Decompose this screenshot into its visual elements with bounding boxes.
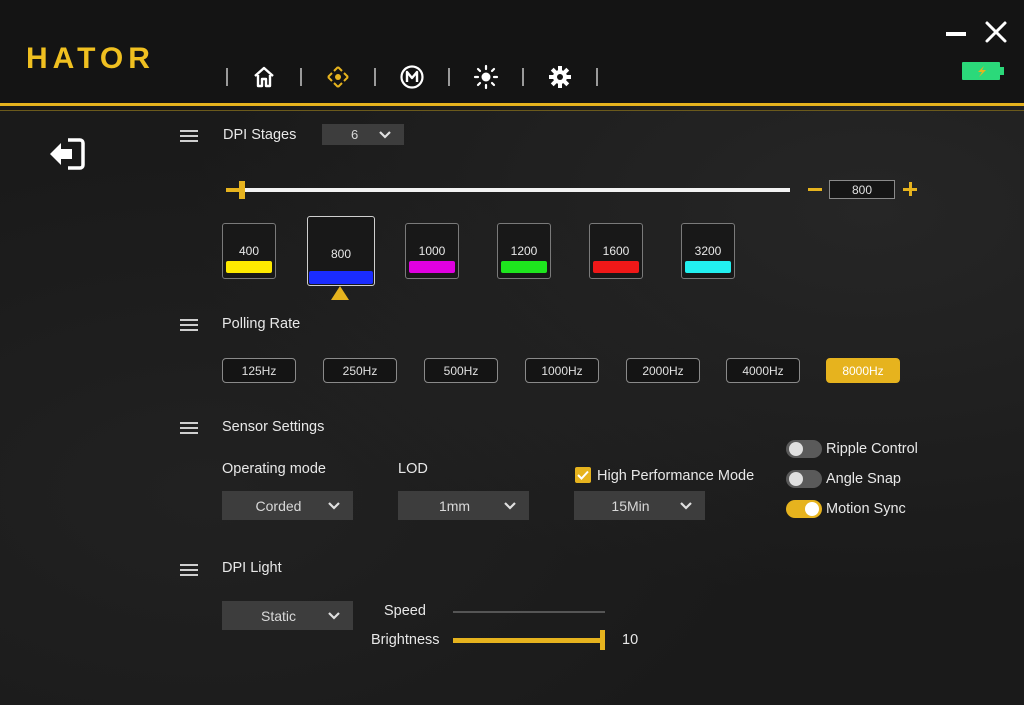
toggle-knob <box>789 442 803 456</box>
dpi-stage-5[interactable]: 1600 <box>589 223 643 279</box>
motion-sync-label: Motion Sync <box>826 501 906 517</box>
dpi-slider-thumb[interactable] <box>238 181 245 199</box>
brightness-slider-fill <box>453 638 605 643</box>
header-divider <box>0 103 1024 106</box>
dpi-stages-list-icon <box>180 130 198 142</box>
dpi-stages-title: DPI Stages <box>223 127 297 143</box>
dpi-decrease-button[interactable] <box>808 188 822 191</box>
polling-rate-title: Polling Rate <box>222 316 301 332</box>
dpi-light-mode-select[interactable]: Static <box>222 601 353 630</box>
polling-rate-list-icon <box>180 319 198 331</box>
brand-logo: HATOR <box>26 42 155 75</box>
operating-mode-value: Corded <box>255 497 302 514</box>
dpi-light-title: DPI Light <box>222 560 282 576</box>
title-bar: HATOR <box>0 0 1024 104</box>
home-icon <box>254 66 274 88</box>
minimize-button[interactable] <box>944 24 968 44</box>
nav-settings[interactable] <box>524 62 596 92</box>
chevron-down-icon <box>680 501 692 510</box>
selected-stage-pointer-icon <box>331 286 349 300</box>
dpi-stage-color-swatch <box>501 261 547 273</box>
polling-rate-250hz[interactable]: 250Hz <box>323 358 397 383</box>
dpi-stage-value: 1600 <box>602 244 630 258</box>
header-divider-thin <box>0 110 1024 111</box>
ripple-control-toggle[interactable] <box>786 440 822 458</box>
dpi-light-list-icon <box>180 564 198 576</box>
motion-sync-toggle[interactable] <box>786 500 822 518</box>
dpi-value-input[interactable]: 800 <box>829 180 895 199</box>
nav-dpi[interactable] <box>302 62 374 92</box>
app-window: HATOR DPI Stages 6 800 400 800 1000 1200… <box>0 0 1024 705</box>
chevron-down-icon <box>328 501 340 510</box>
operating-mode-label: Operating mode <box>222 461 326 477</box>
chevron-down-icon <box>379 130 391 139</box>
brightness-value: 10 <box>622 632 639 648</box>
macro-m-icon <box>400 65 424 89</box>
checkmark-icon <box>577 470 589 480</box>
dpi-stage-6[interactable]: 3200 <box>681 223 735 279</box>
high-performance-timeout-value: 15Min <box>611 497 650 514</box>
close-button[interactable] <box>984 20 1008 44</box>
polling-rate-1000hz[interactable]: 1000Hz <box>525 358 599 383</box>
speed-slider[interactable] <box>453 611 605 613</box>
battery-icon <box>962 62 1004 80</box>
polling-rate-2000hz[interactable]: 2000Hz <box>626 358 700 383</box>
nav-macro[interactable] <box>376 62 448 92</box>
high-performance-checkbox[interactable] <box>575 467 591 483</box>
dpi-stage-3[interactable]: 1000 <box>405 223 459 279</box>
dpi-stage-value: 1000 <box>418 244 446 258</box>
dpi-stage-1[interactable]: 400 <box>222 223 276 279</box>
close-icon <box>985 21 1007 43</box>
dpi-stage-color-swatch <box>309 271 373 284</box>
sensor-settings-title: Sensor Settings <box>222 419 325 435</box>
brightness-slider-thumb[interactable] <box>600 630 605 650</box>
dpi-increase-button[interactable] <box>901 180 919 198</box>
polling-rate-8000hz[interactable]: 8000Hz <box>826 358 900 383</box>
sensor-settings-list-icon <box>180 422 198 434</box>
dpi-stage-value: 400 <box>238 244 260 258</box>
lod-label: LOD <box>398 461 428 477</box>
operating-mode-select[interactable]: Corded <box>222 491 353 520</box>
gear-icon <box>549 66 571 88</box>
dpi-stage-color-swatch <box>409 261 455 273</box>
dpi-stage-color-swatch <box>593 261 639 273</box>
brightness-label: Brightness <box>371 632 440 648</box>
chevron-down-icon <box>504 501 516 510</box>
dpi-light-mode-value: Static <box>260 607 296 624</box>
main-nav <box>226 62 598 92</box>
high-performance-label: High Performance Mode <box>597 468 755 484</box>
polling-rate-125hz[interactable]: 125Hz <box>222 358 296 383</box>
chevron-down-icon <box>328 611 340 620</box>
dpi-stage-color-swatch <box>685 261 731 273</box>
dpi-stage-value: 3200 <box>694 244 722 258</box>
speed-label: Speed <box>384 603 426 619</box>
ripple-control-label: Ripple Control <box>826 441 918 457</box>
dpi-stage-2[interactable]: 800 <box>307 216 375 286</box>
angle-snap-label: Angle Snap <box>826 471 901 487</box>
nav-home[interactable] <box>228 62 300 92</box>
dpi-crosshair-icon <box>327 66 349 88</box>
polling-rate-500hz[interactable]: 500Hz <box>424 358 498 383</box>
toggle-knob <box>805 502 819 516</box>
dpi-slider-track[interactable] <box>234 188 790 192</box>
brightness-sun-icon <box>473 64 499 90</box>
dpi-stage-color-swatch <box>226 261 272 273</box>
angle-snap-toggle[interactable] <box>786 470 822 488</box>
exit-arrow-icon <box>50 138 85 170</box>
nav-separator <box>596 68 598 86</box>
lod-select[interactable]: 1mm <box>398 491 529 520</box>
dpi-stage-value: 800 <box>330 247 352 261</box>
dpi-stage-count-select[interactable]: 6 <box>322 124 404 145</box>
high-performance-timeout-select[interactable]: 15Min <box>574 491 705 520</box>
dpi-stage-value: 1200 <box>510 244 538 258</box>
dpi-stage-count-value: 6 <box>351 127 359 142</box>
lod-value: 1mm <box>438 497 471 514</box>
nav-lighting[interactable] <box>450 62 522 92</box>
back-button[interactable] <box>48 136 86 172</box>
dpi-stage-4[interactable]: 1200 <box>497 223 551 279</box>
toggle-knob <box>789 472 803 486</box>
polling-rate-4000hz[interactable]: 4000Hz <box>726 358 800 383</box>
